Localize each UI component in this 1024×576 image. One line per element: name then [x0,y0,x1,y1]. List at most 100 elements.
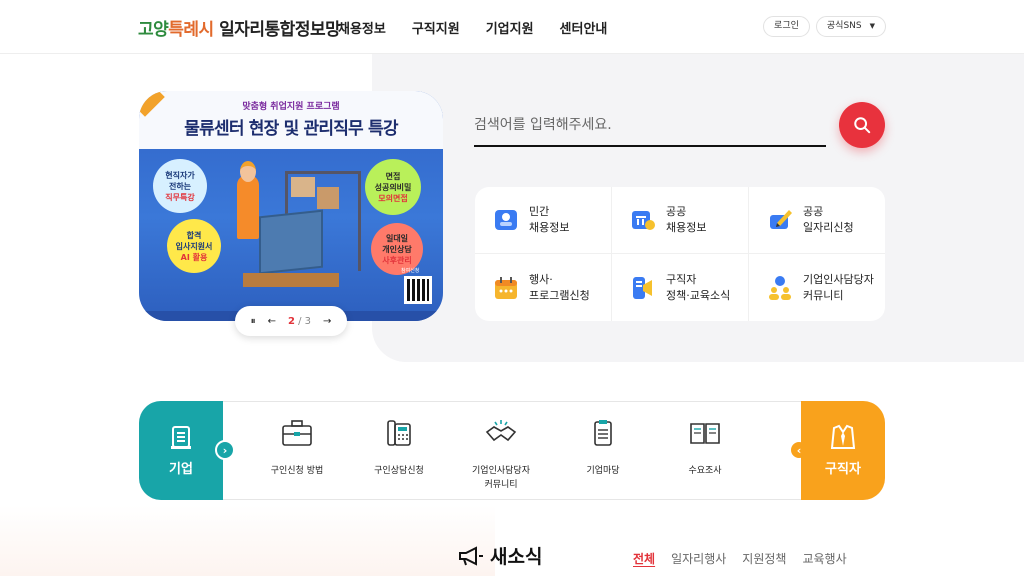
logo-part-special-city: 특례시 [168,20,214,40]
quick-label: 기업인사담당자 커뮤니티 [803,272,874,302]
quick-label: 구직자 정책·교육소식 [666,272,731,302]
news-section-title: 새소식 [458,542,542,569]
qr-label: 참여신청 [401,268,420,274]
slide-counter: 2 / 3 [288,316,311,327]
news-tabs: 전체 일자리행사 지원정책 교육행사 [633,550,847,567]
job-seeker-tile-label: 구직자 [825,462,861,477]
quick-event-apply[interactable]: 행사· 프로그램신청 [475,254,612,321]
pencil-form-icon [770,210,792,229]
promo-banner[interactable]: 맞춤형 취업지원 프로그램 물류센터 현장 및 관리직무 특강 현직자가 전하는… [139,91,443,321]
megaphone-phone-icon [633,276,652,299]
slide-controls: ⏸ ← 2 / 3 → [235,306,347,336]
site-header: 고양특례시 일자리통합정보망 채용정보 구직지원 기업지원 센터안내 로그인 공… [0,0,1024,54]
service-company-board[interactable]: 기업마당 [553,418,653,478]
quick-label: 행사· 프로그램신청 [529,272,590,302]
banner-bubble-resume: 합격 입사지원서 AI 활용 [167,219,221,273]
nav-item-job-seeking[interactable]: 구직지원 [412,18,460,37]
banner-bubble-lecture: 현직자가 전하는 직무특강 [153,159,207,213]
logo-part-goyang: 고양 [138,20,169,40]
banner-subtitle: 맞춤형 취업지원 프로그램 [242,102,340,112]
job-seeker-tile[interactable]: 구직자 [801,401,885,500]
news-tab-support-policy[interactable]: 지원정책 [742,550,786,567]
bubble-line: 성공의비밀 [374,182,412,192]
service-recruit-method[interactable]: 구인신청 방법 [247,418,347,478]
next-arrow-icon[interactable]: → [323,316,331,327]
search-underline [474,145,826,147]
quick-menu-grid: 민간 채용정보 공공 채용정보 공공 일자리신청 행사· 프로그램신청 구직자 … [475,187,885,321]
bubble-line: 현직자가 [165,170,195,180]
logo-part-portal: 일자리통합정보망 [213,20,341,40]
bubble-line: AI 활용 [180,252,208,262]
book-icon [690,423,720,444]
nav-item-center-info[interactable]: 센터안내 [560,18,608,37]
service-demand-survey[interactable]: 수요조사 [655,418,755,478]
service-label: 구인상담신청 [374,466,424,476]
box-illustration [291,177,315,197]
bubble-line: 합격 [186,230,202,240]
person-card-icon [495,210,517,230]
bubble-line: 일대일 [385,233,409,243]
header-utility: 로그인 공식SNS ▼ [763,16,886,37]
nav-item-jobs[interactable]: 채용정보 [338,18,386,37]
total-slides: / 3 [298,315,312,327]
service-hr-community[interactable]: 기업인사담당자 커뮤니티 [451,418,551,492]
worker-illustration [237,161,259,239]
banner-title: 물류센터 현장 및 관리직무 특강 [184,119,398,139]
search-icon [854,117,871,134]
nav-item-company-support[interactable]: 기업지원 [486,18,534,37]
public-building-icon [632,211,655,230]
service-label: 기업마당 [586,466,620,476]
quick-seeker-policy[interactable]: 구직자 정책·교육소식 [612,254,749,321]
service-label: 기업인사담당자 커뮤니티 [472,466,530,490]
login-button[interactable]: 로그인 [763,16,810,37]
pallet-illustration [243,273,339,287]
prev-arrow-icon[interactable]: ← [268,316,276,327]
big-box-illustration [259,209,323,275]
news-tab-all[interactable]: 전체 [633,550,655,567]
service-label: 구인신청 방법 [270,466,324,476]
site-logo[interactable]: 고양특례시 일자리통합정보망 [138,15,341,40]
shirt-tie-icon [830,424,856,449]
login-label: 로그인 [774,21,799,31]
briefcase-icon [282,420,312,446]
document-icon [171,426,191,449]
main-nav: 채용정보 구직지원 기업지원 센터안내 [338,18,607,37]
qr-code-icon [404,276,432,304]
chevron-right-icon[interactable]: › [215,440,235,460]
bottom-background [0,505,495,576]
search-button[interactable] [839,102,885,148]
service-recruit-counsel[interactable]: 구인상담신청 [349,418,449,478]
bubble-line: 모의면접 [378,193,408,203]
bubble-line: 면접 [385,171,401,181]
quick-public-jobs[interactable]: 공공 채용정보 [612,187,749,254]
service-label: 수요조사 [688,466,722,476]
employer-tile-label: 기업 [169,462,193,477]
sns-dropdown[interactable]: 공식SNS ▼ [815,16,886,37]
bubble-line: 전하는 [168,181,192,191]
bubble-line: 사후관리 [382,255,412,265]
caret-down-icon: ▼ [869,22,875,30]
news-tab-education[interactable]: 교육행사 [802,550,846,567]
quick-public-work-apply[interactable]: 공공 일자리신청 [749,187,885,254]
news-tab-job-events[interactable]: 일자리행사 [671,550,726,567]
sns-label: 공식SNS [826,21,862,31]
quick-hr-community[interactable]: 기업인사담당자 커뮤니티 [749,254,885,321]
employer-tile[interactable]: 기업 [139,401,223,500]
banner-bubble-interview: 면접 성공의비밀 모의면접 [365,159,421,215]
quick-label: 민간 채용정보 [529,205,570,234]
megaphone-icon [459,545,483,566]
quick-label: 공공 일자리신청 [803,205,854,234]
bubble-line: 개인상담 [382,244,412,254]
quick-private-jobs[interactable]: 민간 채용정보 [475,187,612,254]
current-slide: 2 [287,315,295,327]
bubble-line: 직무특강 [165,192,195,202]
pause-icon[interactable]: ⏸ [251,316,256,327]
box-illustration [317,187,339,209]
calendar-icon [495,276,517,299]
news-title-label: 새소식 [490,546,543,568]
search-input[interactable] [474,110,814,140]
bubble-line: 입사지원서 [175,241,213,251]
clipboard-icon [594,420,612,446]
community-people-icon [769,275,791,300]
phone-icon [387,420,411,446]
